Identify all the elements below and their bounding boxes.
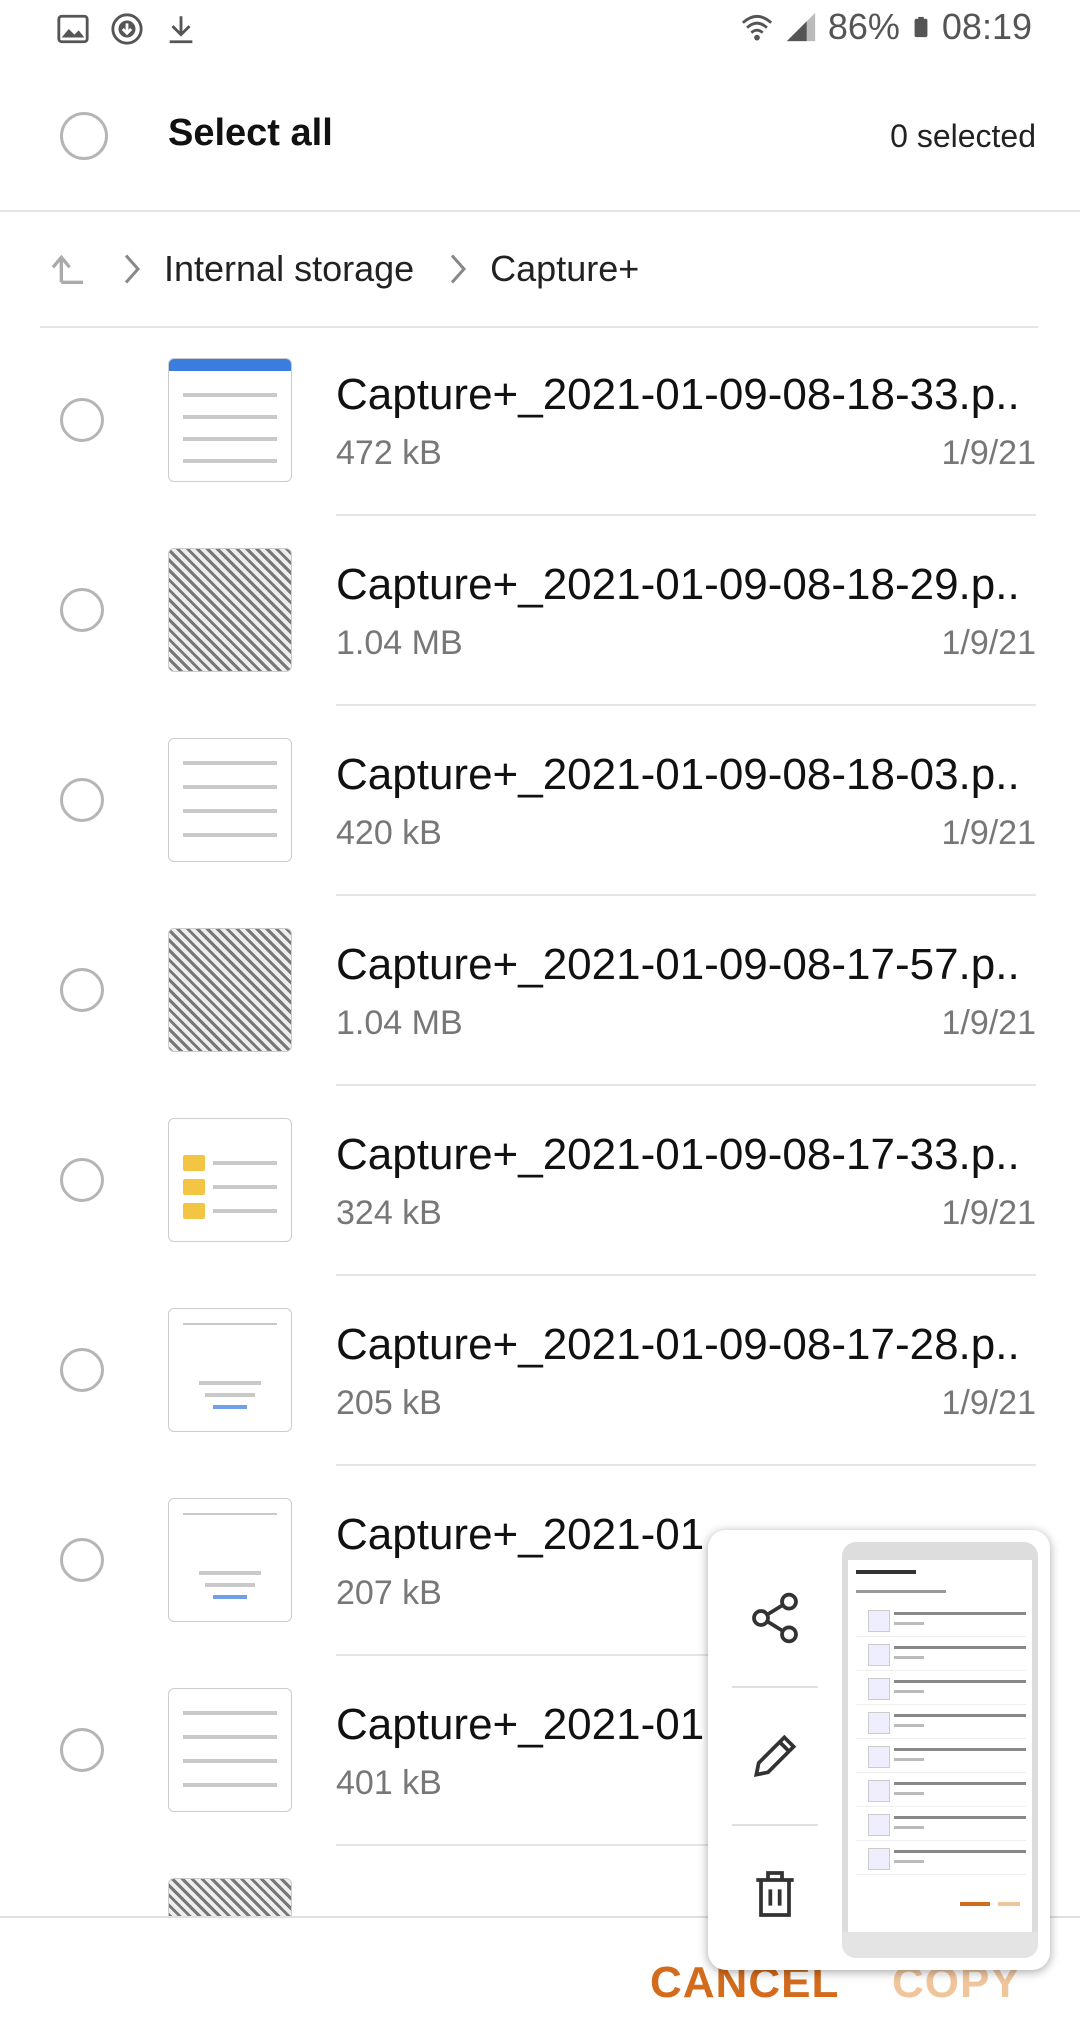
- item-checkbox[interactable]: [60, 1348, 104, 1392]
- edit-button[interactable]: [730, 1688, 820, 1824]
- file-size: 207 kB: [336, 1574, 442, 1612]
- file-date: 1/9/21: [941, 624, 1036, 662]
- file-thumbnail: [168, 548, 292, 672]
- item-checkbox[interactable]: [60, 398, 104, 442]
- list-item[interactable]: Capture+_2021-01-09-08-18-33.p.. 472 kB …: [0, 326, 1080, 516]
- image-icon: [57, 14, 89, 44]
- list-item[interactable]: Capture+_2021-01-09-08-17-57.p.. 1.04 MB…: [0, 896, 1080, 1086]
- screenshot-preview[interactable]: [842, 1542, 1038, 1958]
- file-date: 1/9/21: [941, 1004, 1036, 1042]
- delete-button[interactable]: [730, 1826, 820, 1962]
- battery-percent: 86%: [827, 6, 900, 47]
- file-date: 1/9/21: [941, 1384, 1036, 1422]
- download-circle-icon: [111, 13, 143, 45]
- battery-icon: [914, 16, 928, 38]
- status-bar: 86% 08:19: [0, 0, 1080, 64]
- file-date: 1/9/21: [941, 434, 1036, 472]
- file-size: 1.04 MB: [336, 624, 463, 662]
- file-name: Capture+_2021-01-09-08-18-33.p..: [336, 370, 1020, 419]
- selection-header: Select all 0 selected: [0, 64, 1080, 212]
- wifi-icon: [741, 14, 772, 41]
- file-name: Capture+_2021-01-09-08-17-33.p..: [336, 1130, 1020, 1179]
- chevron-right-icon: [124, 254, 141, 284]
- file-name: Capture+_2021-01-09-08-18-29.p..: [336, 560, 1020, 609]
- item-checkbox[interactable]: [60, 778, 104, 822]
- signal-icon: [786, 12, 816, 42]
- file-size: 472 kB: [336, 434, 442, 472]
- file-thumbnail: [168, 358, 292, 482]
- chevron-right-icon: [451, 254, 467, 284]
- file-size: 324 kB: [336, 1194, 442, 1232]
- item-checkbox[interactable]: [60, 1158, 104, 1202]
- file-thumbnail: [168, 928, 292, 1052]
- item-checkbox[interactable]: [60, 1728, 104, 1772]
- up-arrow-icon[interactable]: [48, 249, 88, 289]
- select-all-checkbox[interactable]: [60, 112, 108, 160]
- list-item[interactable]: Capture+_2021-01-09-08-18-29.p.. 1.04 MB…: [0, 516, 1080, 706]
- file-name: Capture+_2021-01-09-08-17-28.p..: [336, 1320, 1020, 1369]
- file-size: 205 kB: [336, 1384, 442, 1422]
- list-item[interactable]: Capture+_2021-01-09-08-18-03.p.. 420 kB …: [0, 706, 1080, 896]
- file-thumbnail: [168, 1688, 292, 1812]
- file-date: 1/9/21: [941, 814, 1036, 852]
- item-checkbox[interactable]: [60, 968, 104, 1012]
- edit-icon: [753, 1734, 797, 1778]
- file-thumbnail: [168, 1118, 292, 1242]
- list-item[interactable]: Capture+_2021-01-09-08-17-28.p.. 205 kB …: [0, 1276, 1080, 1466]
- select-all-label[interactable]: Select all: [168, 112, 333, 155]
- breadcrumb: Internal storage Capture+: [40, 212, 1038, 328]
- download-icon: [169, 16, 193, 44]
- screenshot-popup: [708, 1530, 1050, 1970]
- selected-count: 0 selected: [890, 118, 1036, 154]
- file-thumbnail: [168, 738, 292, 862]
- file-date: 1/9/21: [941, 1194, 1036, 1232]
- file-size: 401 kB: [336, 1764, 442, 1802]
- delete-icon: [756, 1871, 794, 1917]
- breadcrumb-internal-storage[interactable]: Internal storage: [164, 248, 414, 290]
- item-checkbox[interactable]: [60, 1538, 104, 1582]
- file-name: Capture+_2021-01-09-08-17-57.p..: [336, 940, 1020, 989]
- file-size: 420 kB: [336, 814, 442, 852]
- item-checkbox[interactable]: [60, 588, 104, 632]
- file-size: 1.04 MB: [336, 1004, 463, 1042]
- file-name: Capture+_2021-01-09-08-18-03.p..: [336, 750, 1020, 799]
- breadcrumb-capture-folder[interactable]: Capture+: [490, 248, 639, 290]
- share-button[interactable]: [730, 1550, 820, 1686]
- list-item[interactable]: Capture+_2021-01-09-08-17-33.p.. 324 kB …: [0, 1086, 1080, 1276]
- share-icon: [752, 1592, 798, 1644]
- file-thumbnail: [168, 1308, 292, 1432]
- clock: 08:19: [941, 6, 1032, 47]
- file-thumbnail: [168, 1498, 292, 1622]
